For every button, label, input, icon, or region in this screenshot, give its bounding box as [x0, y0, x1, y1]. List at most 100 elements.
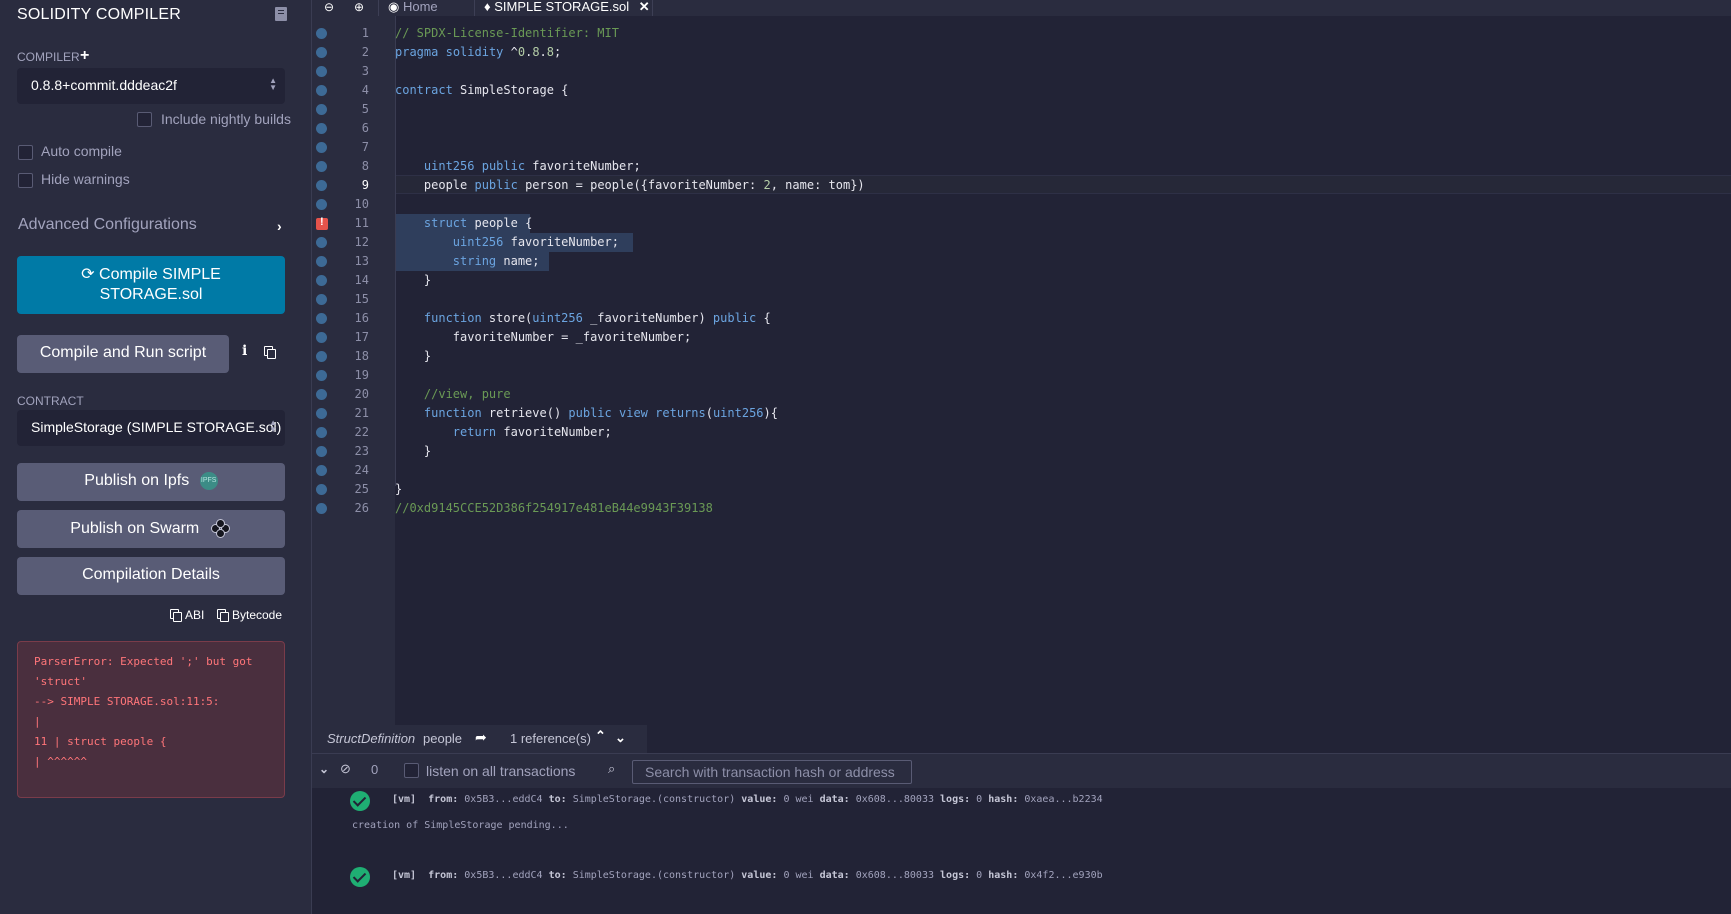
- publish-ipfs-button[interactable]: Publish on Ipfs IPFS: [17, 463, 285, 501]
- bytecode-copy-link[interactable]: Bytecode: [232, 608, 282, 622]
- code-line[interactable]: }: [395, 444, 431, 458]
- breakpoint-marker[interactable]: [316, 47, 327, 58]
- code-line[interactable]: }: [395, 349, 431, 363]
- breakpoint-marker[interactable]: [316, 237, 327, 248]
- compiler-version-select[interactable]: 0.8.8+commit.dddeac2f ▲ ▼: [17, 68, 285, 104]
- code-line[interactable]: people public person = people({favoriteN…: [395, 178, 865, 192]
- breakpoint-marker[interactable]: [316, 351, 327, 362]
- contract-select-value: SimpleStorage (SIMPLE STORAGE.sol): [31, 419, 282, 435]
- close-tab-icon[interactable]: ✕: [639, 0, 650, 14]
- transaction-log-entry[interactable]: [vm] from: 0x5B3...eddC4 to: SimpleStora…: [392, 794, 1103, 805]
- info-icon[interactable]: i: [242, 343, 247, 359]
- listen-all-transactions-checkbox[interactable]: [404, 763, 419, 778]
- code-line[interactable]: function retrieve() public view returns(…: [395, 406, 778, 420]
- breakpoint-marker[interactable]: [316, 256, 327, 267]
- code-line[interactable]: }: [395, 273, 431, 287]
- breakpoint-marker[interactable]: [316, 408, 327, 419]
- breakpoint-marker[interactable]: [316, 85, 327, 96]
- copy-icon[interactable]: [264, 346, 276, 359]
- code-line[interactable]: function store(uint256 _favoriteNumber) …: [395, 311, 771, 325]
- tab-simple-storage[interactable]: ♦ SIMPLE STORAGE.sol ✕: [484, 0, 650, 16]
- line-number: 11: [354, 216, 369, 230]
- compiler-error-message[interactable]: ParserError: Expected ';' but got 'struc…: [17, 641, 285, 798]
- breakpoint-marker[interactable]: [316, 427, 327, 438]
- collapse-terminal-icon[interactable]: ⌄: [319, 762, 329, 776]
- breakpoint-marker[interactable]: [316, 28, 327, 39]
- hide-warnings-label: Hide warnings: [41, 171, 130, 187]
- terminal-toolbar: ⌄ ⊘ 0 listen on all transactions ⌕ Searc…: [312, 754, 1731, 788]
- breakpoint-marker[interactable]: [316, 275, 327, 286]
- error-line: |: [34, 715, 41, 728]
- breakpoint-marker[interactable]: [316, 161, 327, 172]
- copy-abi-icon[interactable]: [170, 609, 182, 622]
- code-line[interactable]: uint256 public favoriteNumber;: [395, 159, 641, 173]
- breakpoint-marker[interactable]: [316, 465, 327, 476]
- breakpoint-marker[interactable]: [316, 503, 327, 514]
- breakpoint-marker[interactable]: [316, 180, 327, 191]
- line-number: 10: [354, 197, 369, 211]
- line-number: 18: [354, 349, 369, 363]
- breakpoint-marker[interactable]: [316, 123, 327, 134]
- chevron-right-icon[interactable]: ›: [277, 218, 282, 234]
- breakpoint-marker[interactable]: [316, 389, 327, 400]
- code-line[interactable]: //0xd9145CCE52D386f254917e481eB44e9943F3…: [395, 501, 713, 515]
- code-line[interactable]: }: [395, 482, 402, 496]
- code-line[interactable]: favoriteNumber = _favoriteNumber;: [395, 330, 691, 344]
- ipfs-icon: IPFS: [199, 472, 218, 490]
- breakpoint-marker[interactable]: [316, 484, 327, 495]
- transaction-log-entry[interactable]: [vm] from: 0x5B3...eddC4 to: SimpleStora…: [392, 870, 1103, 881]
- transaction-search-input[interactable]: Search with transaction hash or address: [632, 760, 912, 784]
- code-line[interactable]: string name;: [395, 254, 540, 268]
- contract-select[interactable]: SimpleStorage (SIMPLE STORAGE.sol) ▲ ▼: [17, 410, 285, 446]
- line-number: 15: [354, 292, 369, 306]
- nightly-builds-label: Include nightly builds: [161, 111, 291, 127]
- code-line[interactable]: struct people {: [395, 216, 532, 230]
- compile-and-run-script-button[interactable]: Compile and Run script: [17, 335, 229, 373]
- breakpoint-marker[interactable]: [316, 313, 327, 324]
- hide-warnings-checkbox[interactable]: [18, 173, 33, 188]
- nightly-builds-checkbox[interactable]: [137, 112, 152, 127]
- breakpoint-marker[interactable]: [316, 294, 327, 305]
- line-number: 13: [354, 254, 369, 268]
- error-line: | ^^^^^^: [34, 755, 87, 768]
- documentation-icon[interactable]: [275, 7, 287, 21]
- code-line[interactable]: //view, pure: [395, 387, 511, 401]
- breakpoint-marker[interactable]: [316, 142, 327, 153]
- error-marker-icon[interactable]: [316, 216, 328, 230]
- code-line[interactable]: // SPDX-License-Identifier: MIT: [395, 26, 619, 40]
- tab-home[interactable]: ◉ Home: [388, 0, 438, 16]
- compile-button[interactable]: ⟳ Compile SIMPLE STORAGE.sol: [17, 256, 285, 314]
- zoom-in-icon[interactable]: ⊕: [354, 0, 364, 14]
- breakpoint-marker[interactable]: [316, 66, 327, 77]
- compiler-label: COMPILER: [17, 50, 80, 64]
- auto-compile-checkbox[interactable]: [18, 145, 33, 160]
- publish-ipfs-label: Publish on Ipfs: [84, 472, 190, 490]
- copy-bytecode-icon[interactable]: [217, 609, 229, 622]
- pending-message: creation of SimpleStorage pending...: [352, 820, 569, 831]
- chevron-down-icon[interactable]: ⌄: [615, 730, 626, 746]
- refresh-icon: ⟳: [81, 266, 95, 283]
- publish-swarm-button[interactable]: Publish on Swarm: [17, 510, 285, 548]
- breakpoint-marker[interactable]: [316, 446, 327, 457]
- breakpoint-marker[interactable]: [316, 199, 327, 210]
- add-compiler-icon[interactable]: +: [80, 48, 89, 64]
- go-to-definition-icon[interactable]: ➦: [475, 729, 487, 746]
- reference-bar: StructDefinition people ➦ 1 reference(s)…: [312, 725, 647, 753]
- code-line[interactable]: contract SimpleStorage {: [395, 83, 568, 97]
- advanced-configurations-toggle[interactable]: Advanced Configurations: [18, 216, 197, 234]
- breakpoint-marker[interactable]: [316, 370, 327, 381]
- breakpoint-marker[interactable]: [316, 104, 327, 115]
- breakpoint-marker[interactable]: [316, 332, 327, 343]
- zoom-out-icon[interactable]: ⊖: [324, 0, 334, 14]
- code-line[interactable]: pragma solidity ^0.8.8;: [395, 45, 561, 59]
- clear-console-icon[interactable]: ⊘: [340, 761, 351, 777]
- code-editor[interactable]: [395, 16, 1731, 730]
- abi-copy-link[interactable]: ABI: [185, 608, 204, 622]
- search-icon: ⌕: [608, 761, 616, 776]
- tab-divider: [652, 0, 653, 16]
- code-line[interactable]: return favoriteNumber;: [395, 425, 612, 439]
- tab-divider: [378, 0, 379, 16]
- compilation-details-button[interactable]: Compilation Details: [17, 557, 285, 595]
- chevron-up-icon[interactable]: ⌃: [595, 728, 606, 744]
- code-line[interactable]: uint256 favoriteNumber;: [395, 235, 619, 249]
